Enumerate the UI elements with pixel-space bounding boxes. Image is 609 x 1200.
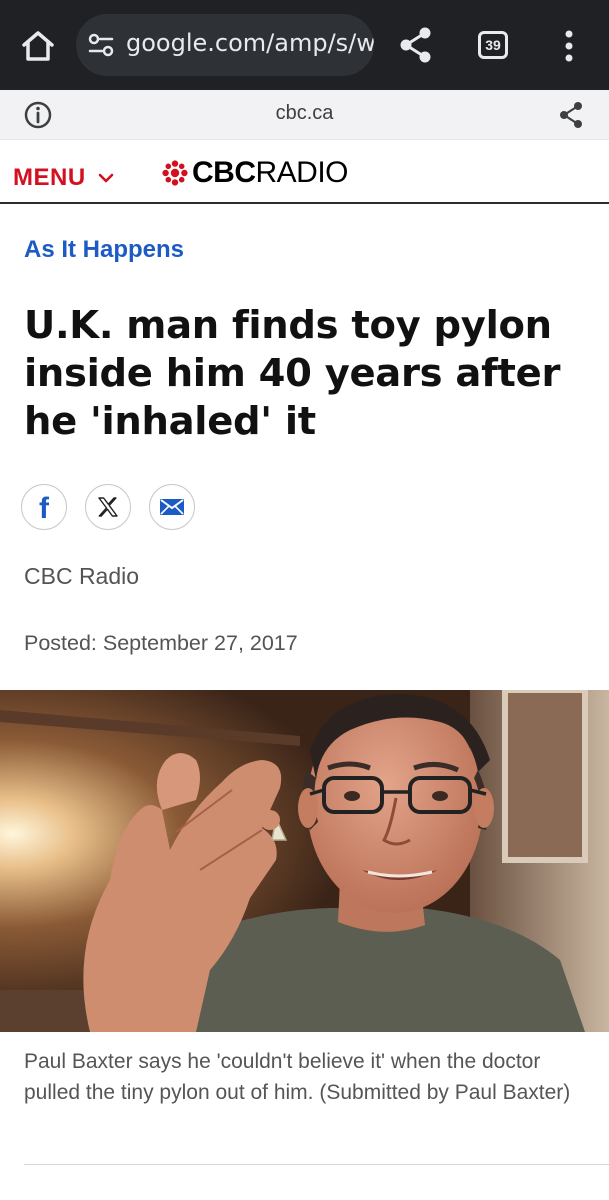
article-photo bbox=[0, 690, 609, 1032]
url-text: google.com/amp/s/www.cbc.ca bbox=[126, 29, 374, 57]
facebook-icon: f bbox=[39, 492, 49, 525]
cbc-gem-icon bbox=[162, 160, 188, 186]
section-link[interactable]: As It Happens bbox=[24, 236, 184, 264]
logo-text: CBCRADIO bbox=[192, 156, 349, 189]
divider bbox=[24, 1164, 609, 1165]
photo-illustration bbox=[0, 690, 609, 1032]
site-settings-icon[interactable] bbox=[88, 33, 114, 57]
facebook-share-button[interactable]: f bbox=[21, 484, 67, 530]
menu-label: MENU bbox=[13, 164, 86, 191]
share-icon[interactable] bbox=[396, 24, 436, 66]
origin-domain: cbc.ca bbox=[275, 102, 334, 124]
browser-toolbar: google.com/amp/s/www.cbc.ca 39 bbox=[0, 0, 609, 90]
article-headline: U.K. man finds toy pylon inside him 40 y… bbox=[24, 303, 561, 444]
email-share-button[interactable] bbox=[149, 484, 195, 530]
home-icon[interactable] bbox=[18, 26, 58, 66]
posted-date: Posted: September 27, 2017 bbox=[24, 631, 298, 655]
photo-caption: Paul Baxter says he 'couldn't believe it… bbox=[24, 1050, 571, 1104]
article-byline: CBC Radio bbox=[24, 563, 140, 589]
menu-button[interactable]: MENU bbox=[13, 164, 114, 192]
x-share-button[interactable] bbox=[85, 484, 131, 530]
cbc-radio-logo[interactable]: CBCRADIO bbox=[162, 156, 349, 190]
amp-origin-bar: cbc.ca bbox=[0, 90, 609, 140]
tab-switcher-button[interactable]: 39 bbox=[478, 31, 508, 59]
share-buttons: f bbox=[21, 484, 213, 530]
site-header: MENU CBCRADIO bbox=[0, 140, 609, 204]
address-bar[interactable]: google.com/amp/s/www.cbc.ca bbox=[76, 14, 374, 76]
email-icon bbox=[160, 499, 184, 515]
more-options-icon[interactable] bbox=[555, 26, 583, 66]
x-icon bbox=[98, 497, 118, 517]
chevron-down-icon bbox=[98, 173, 113, 183]
share-icon[interactable] bbox=[556, 99, 586, 131]
